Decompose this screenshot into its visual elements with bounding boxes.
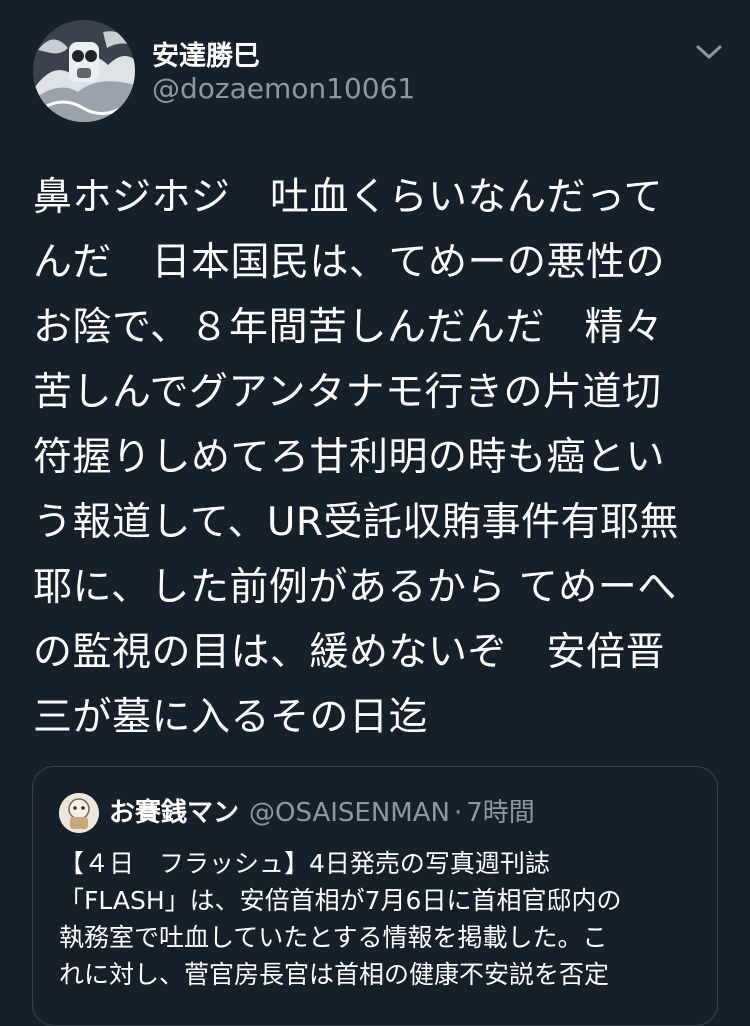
tweet-header: 安達勝巳 @dozaemon10061: [0, 0, 750, 140]
separator-dot: ·: [453, 798, 463, 828]
quoted-author-avatar: [59, 793, 99, 833]
author-handle[interactable]: @dozaemon10061: [152, 72, 415, 105]
author-avatar[interactable]: [33, 20, 135, 122]
author-display-name[interactable]: 安達勝巳: [152, 34, 260, 73]
chevron-down-icon[interactable]: [694, 40, 724, 64]
quoted-display-name[interactable]: お賽銭マン: [109, 798, 239, 828]
tweet-text: 鼻ホジホジ 吐血くらいなんだって んだ 日本国民は、てめーの悪性の お陰で、８年…: [33, 175, 680, 740]
quoted-header: お賽銭マン @OSAISENMAN · 7時間: [109, 795, 535, 831]
quoted-timestamp[interactable]: 7時間: [466, 798, 535, 828]
quoted-tweet-text: 【４日 フラッシュ】4日発売の写真週刊誌 「FLASH」は、安倍首相が7月6日に…: [59, 849, 622, 989]
quoted-handle[interactable]: @OSAISENMAN: [249, 798, 450, 828]
quoted-tweet-card[interactable]: お賽銭マン @OSAISENMAN · 7時間 【４日 フラッシュ】4日発売の写真週刊…: [32, 766, 718, 1026]
avatar-image: [33, 20, 135, 122]
